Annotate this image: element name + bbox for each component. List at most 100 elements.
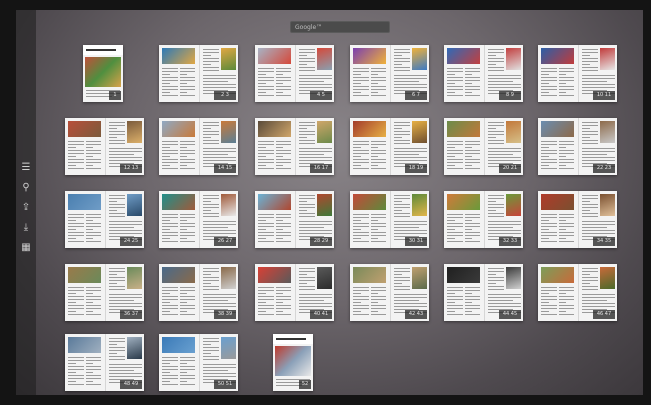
page-thumbnail[interactable]: 18 19 (350, 118, 429, 175)
page-thumbnail[interactable]: 6 7 (350, 45, 429, 102)
text-line (393, 137, 402, 138)
text-line (487, 216, 504, 217)
share-icon[interactable]: ⇪ (20, 202, 32, 214)
text-line (86, 141, 101, 142)
page-thumbnail[interactable]: 12 13 (65, 118, 144, 175)
text-line (276, 311, 283, 312)
text-line (68, 311, 76, 312)
page-photo (68, 121, 101, 137)
text-line (393, 207, 410, 208)
text-line (162, 156, 170, 157)
page-photo (541, 267, 574, 283)
text-line (276, 156, 283, 157)
text-line (371, 156, 378, 157)
text-line (581, 157, 615, 158)
page-thumbnail[interactable]: 4 5 (255, 45, 334, 102)
page-thumbnail[interactable]: 1 (83, 45, 123, 102)
text-line (202, 294, 236, 295)
text-line (86, 159, 101, 160)
text-line (86, 162, 101, 163)
text-line (202, 87, 236, 88)
page-photo (126, 267, 142, 289)
text-line (393, 128, 402, 129)
text-line (180, 217, 195, 218)
text-line (108, 271, 125, 272)
page-thumbnail[interactable]: 30 31 (350, 191, 429, 248)
text-line (180, 308, 195, 309)
text-line (353, 74, 361, 75)
text-line (108, 286, 125, 287)
text-line (180, 71, 195, 72)
page-thumbnail[interactable]: 50 51 (159, 334, 238, 391)
text-line (180, 229, 187, 230)
page-thumbnail[interactable]: 20 21 (444, 118, 523, 175)
text-line (447, 80, 463, 81)
page-thumbnail[interactable]: 34 35 (538, 191, 617, 248)
page-thumbnail[interactable]: 14 15 (159, 118, 238, 175)
text-line (180, 165, 187, 166)
page-thumbnail[interactable]: 52 (273, 334, 313, 391)
text-line (559, 305, 574, 306)
text-line (202, 75, 236, 76)
page-thumbnail[interactable]: 28 29 (255, 191, 334, 248)
page-thumbnail[interactable]: 46 47 (538, 264, 617, 321)
text-line (276, 162, 291, 163)
text-line (487, 224, 521, 225)
page-photo (258, 121, 291, 137)
text-line (447, 296, 463, 297)
grid-icon[interactable]: ▦ (20, 242, 32, 254)
text-line (559, 68, 574, 69)
text-line (108, 306, 142, 307)
text-line (258, 147, 266, 148)
left-page (350, 264, 390, 321)
page-thumbnail[interactable]: 38 39 (159, 264, 238, 321)
text-line (202, 289, 219, 290)
text-line (465, 150, 480, 151)
page-thumbnail[interactable]: 2 3 (159, 45, 238, 102)
text-line (581, 78, 615, 79)
text-line (371, 302, 378, 303)
text-line (180, 95, 195, 96)
text-line (162, 165, 170, 166)
text-line (487, 58, 504, 59)
text-line (202, 154, 228, 155)
text-line (86, 220, 93, 221)
page-thumbnail[interactable]: 22 23 (538, 118, 617, 175)
text-line (393, 131, 410, 132)
text-line (86, 296, 101, 297)
text-line (447, 77, 463, 78)
text-line (393, 87, 427, 88)
text-line (447, 226, 463, 227)
page-thumbnail[interactable]: 26 27 (159, 191, 238, 248)
left-page (255, 118, 295, 175)
text-line (581, 140, 598, 141)
text-line (298, 125, 315, 126)
page-thumbnail[interactable]: 24 25 (65, 191, 144, 248)
page-thumbnail[interactable]: 8 9 (444, 45, 523, 102)
page-thumbnail[interactable]: 10 11 (538, 45, 617, 102)
text-line (276, 86, 291, 87)
text-line (258, 232, 274, 233)
page-thumbnail[interactable]: 40 41 (255, 264, 334, 321)
text-line (68, 232, 84, 233)
page-thumbnail[interactable]: 36 37 (65, 264, 144, 321)
text-line (581, 283, 590, 284)
page-photo (220, 337, 236, 359)
list-icon[interactable]: ☰ (20, 162, 32, 174)
page-thumbnail[interactable]: 32 33 (444, 191, 523, 248)
page-thumbnail[interactable]: 42 43 (350, 264, 429, 321)
text-line (258, 159, 274, 160)
page-thumbnail[interactable]: 16 17 (255, 118, 334, 175)
text-line (202, 134, 219, 135)
text-line (258, 95, 274, 96)
page-thumbnail[interactable]: 48 49 (65, 334, 144, 391)
text-line (559, 71, 574, 72)
text-line (276, 144, 291, 145)
text-line (371, 95, 386, 96)
text-line (162, 293, 170, 294)
text-line (276, 296, 291, 297)
search-input[interactable]: Google™ (290, 21, 390, 33)
search-icon[interactable]: ⚲ (20, 182, 32, 194)
page-thumbnail[interactable]: 44 45 (444, 264, 523, 321)
download-icon[interactable]: ⤓ (20, 222, 32, 234)
